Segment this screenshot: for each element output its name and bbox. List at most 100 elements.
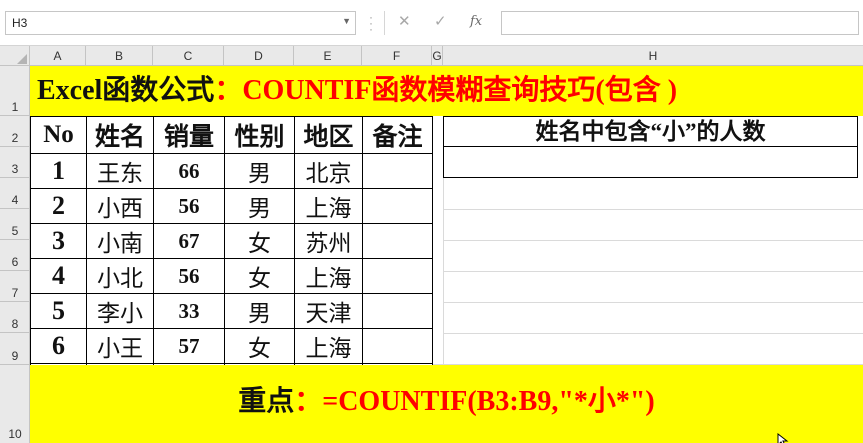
sheet-grid[interactable]: Excel函数公式：COUNTIF函数模糊查询技巧(包含 ) No 姓名 销量 … [30, 66, 863, 443]
table-header-row: No 姓名 销量 性别 地区 备注 [30, 116, 433, 154]
cell-sales[interactable]: 33 [153, 293, 225, 329]
row-header-label: 10 [8, 427, 22, 441]
column-header-b[interactable]: B [86, 46, 153, 66]
table-row: 6 小王 57 女 上海 [30, 328, 433, 364]
cell-sales[interactable]: 67 [153, 223, 225, 259]
column-header-d[interactable]: D [224, 46, 294, 66]
insert-function-icon[interactable]: fx [470, 14, 482, 30]
cell-remarks[interactable] [362, 153, 433, 189]
cell-name[interactable]: 小西 [86, 188, 154, 224]
row-header-5[interactable]: 5 [0, 209, 30, 240]
cell-name[interactable]: 小王 [86, 328, 154, 364]
cell-region[interactable]: 北京 [294, 153, 363, 189]
column-title-gender[interactable]: 性别 [224, 116, 295, 154]
column-title-name[interactable]: 姓名 [86, 116, 154, 154]
cell-region[interactable]: 上海 [294, 258, 363, 294]
cell-gender[interactable]: 男 [224, 153, 295, 189]
formula-bar-divider [384, 11, 385, 35]
enter-check-icon[interactable]: ✓ [434, 14, 447, 30]
table-row: 5 李小 33 男 天津 [30, 293, 433, 329]
cancel-icon[interactable]: ✕ [398, 14, 411, 30]
select-all-button[interactable] [0, 46, 30, 66]
formula-bar: H3 ▼ · · · ✕ ✓ fx [0, 0, 863, 45]
chevron-down-icon[interactable]: ▼ [342, 16, 351, 26]
cell-gender[interactable]: 女 [224, 328, 295, 364]
row-header-label: 2 [11, 131, 19, 145]
cell-sales[interactable]: 56 [153, 258, 225, 294]
table-row: 2 小西 56 男 上海 [30, 188, 433, 224]
title-banner[interactable]: Excel函数公式：COUNTIF函数模糊查询技巧(包含 ) [30, 66, 863, 116]
column-title-region[interactable]: 地区 [294, 116, 363, 154]
drag-handle-icon[interactable]: · · · [369, 11, 373, 35]
cell-gender[interactable]: 男 [224, 293, 295, 329]
column-title-no[interactable]: No [30, 116, 87, 154]
row-header-label: 1 [11, 100, 19, 114]
row-header-6[interactable]: 6 [0, 240, 30, 271]
row-header-7[interactable]: 7 [0, 271, 30, 302]
cell-no[interactable]: 1 [30, 153, 87, 189]
row-header-8[interactable]: 8 [0, 302, 30, 333]
cell-remarks[interactable] [362, 223, 433, 259]
name-box[interactable]: H3 ▼ [5, 11, 356, 35]
count-result-cell[interactable] [444, 147, 857, 177]
cell-name[interactable]: 小南 [86, 223, 154, 259]
cell-region[interactable]: 上海 [294, 328, 363, 364]
cell-no[interactable]: 2 [30, 188, 87, 224]
row-header-label: 3 [11, 162, 19, 176]
column-header-g[interactable]: G [432, 46, 443, 66]
cell-no[interactable]: 6 [30, 328, 87, 364]
column-header-bar: A B C D E F G H [0, 45, 863, 66]
row-header-label: 7 [11, 286, 19, 300]
cell-region[interactable]: 上海 [294, 188, 363, 224]
count-panel-title[interactable]: 姓名中包含“小”的人数 [444, 117, 857, 147]
mouse-pointer-icon [777, 433, 789, 443]
cell-region[interactable]: 天津 [294, 293, 363, 329]
cell-region[interactable]: 苏州 [294, 223, 363, 259]
gridline [443, 240, 863, 241]
cell-remarks[interactable] [362, 293, 433, 329]
cell-remarks[interactable] [362, 328, 433, 364]
cell-sales[interactable]: 57 [153, 328, 225, 364]
title-suffix: ：COUNTIF函数模糊查询技巧(包含 ) [214, 75, 678, 106]
gridline [443, 333, 863, 334]
cell-sales[interactable]: 66 [153, 153, 225, 189]
gridline [443, 302, 863, 303]
table-row: 3 小南 67 女 苏州 [30, 223, 433, 259]
column-title-sales[interactable]: 销量 [153, 116, 225, 154]
row-header-label: 9 [11, 349, 19, 363]
cell-name[interactable]: 李小 [86, 293, 154, 329]
row-header-2[interactable]: 2 [0, 116, 30, 147]
cell-gender[interactable]: 女 [224, 258, 295, 294]
cell-no[interactable]: 4 [30, 258, 87, 294]
column-header-e[interactable]: E [294, 46, 362, 66]
row-header-label: 8 [11, 317, 19, 331]
cell-no[interactable]: 3 [30, 223, 87, 259]
column-header-h[interactable]: H [443, 46, 863, 66]
cell-name[interactable]: 小北 [86, 258, 154, 294]
column-header-f[interactable]: F [362, 46, 432, 66]
row-header-3[interactable]: 3 [0, 147, 30, 178]
cell-gender[interactable]: 男 [224, 188, 295, 224]
column-header-a[interactable]: A [30, 46, 86, 66]
cell-remarks[interactable] [362, 188, 433, 224]
row-header-1[interactable]: 1 [0, 66, 30, 116]
row-header-label: 6 [11, 255, 19, 269]
cell-remarks[interactable] [362, 258, 433, 294]
row-header-label: 4 [11, 193, 19, 207]
table-row: 1 王东 66 男 北京 [30, 153, 433, 189]
cell-gender[interactable]: 女 [224, 223, 295, 259]
cell-no[interactable]: 5 [30, 293, 87, 329]
column-header-c[interactable]: C [153, 46, 224, 66]
row-header-9[interactable]: 9 [0, 333, 30, 365]
page-title: Excel函数公式：COUNTIF函数模糊查询技巧(包含 ) [37, 74, 677, 108]
cell-sales[interactable]: 56 [153, 188, 225, 224]
column-title-remarks[interactable]: 备注 [362, 116, 433, 154]
row-header-10[interactable]: 10 [0, 365, 30, 443]
name-box-value: H3 [12, 16, 28, 30]
row-header-4[interactable]: 4 [0, 178, 30, 209]
row-header-bar: 1 2 3 4 5 6 7 8 9 10 [0, 66, 30, 443]
cell-name[interactable]: 王东 [86, 153, 154, 189]
formula-input[interactable] [501, 11, 859, 35]
data-table: No 姓名 销量 性别 地区 备注 1 王东 66 男 北京 2 小西 56 男… [30, 116, 433, 399]
key-point-banner[interactable]: 重点：=COUNTIF(B3:B9,"*小*") [30, 365, 863, 443]
